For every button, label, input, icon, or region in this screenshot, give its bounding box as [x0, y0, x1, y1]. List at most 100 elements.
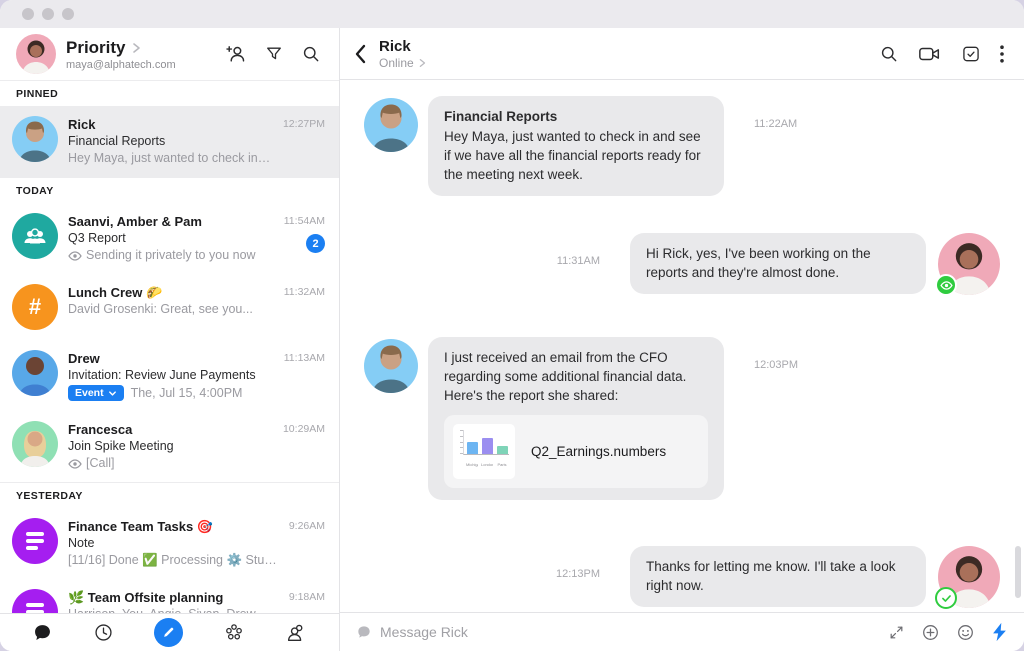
- sidebar-search-button[interactable]: [301, 44, 321, 64]
- conv-subject: Financial Reports: [68, 133, 273, 150]
- conv-subject: Join Spike Meeting: [68, 438, 273, 455]
- sidebar-tabbar: [0, 613, 339, 651]
- unread-badge: 2: [306, 234, 325, 253]
- check-icon: [941, 594, 952, 603]
- conv-time: 11:13AM: [284, 350, 325, 366]
- message-bubble[interactable]: Financial Reports Hey Maya, just wanted …: [428, 96, 724, 196]
- task-check-icon: [961, 44, 981, 64]
- chevron-left-icon: [354, 44, 367, 64]
- back-button[interactable]: [354, 44, 367, 64]
- message-bubble-icon: [356, 624, 372, 640]
- conversation-team-offsite[interactable]: 🌿 Team Offsite planning Harrison, You, A…: [0, 579, 339, 613]
- expand-icon: [888, 624, 905, 641]
- sidebar-header: Priority maya@alphatech.com: [0, 28, 339, 80]
- tasks-button[interactable]: [961, 44, 981, 64]
- chevron-right-icon: [417, 58, 427, 68]
- window-close-button[interactable]: [22, 8, 34, 20]
- add-contact-button[interactable]: [225, 43, 247, 65]
- seen-eye-icon: [940, 281, 953, 290]
- tab-contacts[interactable]: [285, 622, 307, 644]
- video-call-button[interactable]: [918, 44, 942, 64]
- conv-time: 9:18AM: [289, 589, 325, 605]
- channel-avatar: #: [12, 284, 58, 330]
- delivered-badge: [935, 587, 957, 609]
- expand-composer-button[interactable]: [888, 624, 905, 641]
- conv-time: 12:27PM: [283, 116, 325, 132]
- attachment-card[interactable]: MichiganLondonParis Q2_Earnings.numbers: [444, 415, 708, 488]
- note-avatar: [12, 518, 58, 564]
- conv-name: Saanvi, Amber & Pam: [68, 213, 274, 230]
- conv-name: Drew: [68, 350, 274, 367]
- message-text: Hey Maya, just wanted to check in and se…: [444, 127, 708, 184]
- scrollbar-thumb[interactable]: [1015, 546, 1021, 598]
- tab-chats[interactable]: [32, 622, 53, 643]
- conversation-finance-team-tasks[interactable]: Finance Team Tasks 🎯 Note [11/16] Done ✅…: [0, 508, 339, 579]
- message-text: I just received an email from the CFO re…: [444, 348, 708, 405]
- chat-title: Rick: [379, 38, 867, 56]
- conversation-lunch-crew[interactable]: # Lunch Crew 🌮 David Grosenki: Great, se…: [0, 274, 339, 340]
- message-incoming: Financial Reports Hey Maya, just wanted …: [364, 96, 1000, 196]
- conv-name: Lunch Crew 🌮: [68, 284, 274, 301]
- avatar-rick: [364, 339, 418, 393]
- conv-subject: Q3 Report: [68, 230, 274, 247]
- sidebar: Priority maya@alphatech.com: [0, 28, 340, 651]
- message-incoming: I just received an email from the CFO re…: [364, 337, 1000, 500]
- conv-time: 11:32AM: [284, 284, 325, 300]
- conversation-francesca[interactable]: Francesca Join Spike Meeting [Call] 10:2…: [0, 411, 339, 482]
- more-menu-button[interactable]: [1000, 45, 1004, 63]
- window-zoom-button[interactable]: [62, 8, 74, 20]
- seen-badge: [935, 274, 957, 296]
- window-minimize-button[interactable]: [42, 8, 54, 20]
- chat-search-button[interactable]: [879, 44, 899, 64]
- conv-subject: Note: [68, 535, 279, 552]
- avatar-drew: [12, 350, 58, 396]
- section-yesterday: YESTERDAY: [0, 482, 339, 508]
- avatar-maya[interactable]: [16, 34, 56, 74]
- add-attachment-button[interactable]: [921, 623, 940, 642]
- message-bubble[interactable]: Hi Rick, yes, I've been working on the r…: [630, 233, 926, 294]
- avatar-rick: [12, 116, 58, 162]
- clock-icon: [93, 622, 114, 643]
- groups-icon: [223, 622, 245, 644]
- filter-button[interactable]: [264, 44, 284, 64]
- plus-circle-icon: [921, 623, 940, 642]
- message-bubble[interactable]: Thanks for letting me know. I'll take a …: [630, 546, 926, 607]
- app-window: Priority maya@alphatech.com: [0, 0, 1024, 651]
- conversation-drew[interactable]: Drew Invitation: Review June Payments Ev…: [0, 340, 339, 411]
- hashtag-icon: #: [29, 294, 41, 320]
- conversation-rick[interactable]: Rick Financial Reports Hey Maya, just wa…: [0, 106, 339, 177]
- chat-status[interactable]: Online: [379, 56, 867, 70]
- section-today: TODAY: [0, 177, 339, 203]
- mini-bar-chart: MichiganLondonParis: [453, 424, 515, 479]
- note-lines-icon: [26, 532, 44, 550]
- avatar-francesca: [12, 421, 58, 467]
- chevron-down-icon: [108, 389, 117, 398]
- message-input-bar: [340, 612, 1024, 651]
- attachment-filename: Q2_Earnings.numbers: [531, 442, 666, 461]
- smiley-icon: [956, 623, 975, 642]
- magic-actions-button[interactable]: [991, 622, 1008, 642]
- message-time: 11:31AM: [557, 255, 600, 267]
- avatar-maya: [938, 233, 1000, 295]
- tab-history[interactable]: [93, 622, 114, 643]
- conversation-saanvi-amber-pam[interactable]: Saanvi, Amber & Pam Q3 Report Sending it…: [0, 203, 339, 274]
- message-outgoing: 12:13PM Thanks for letting me know. I'll…: [364, 546, 1000, 608]
- event-dropdown-button[interactable]: Event: [68, 385, 124, 401]
- tab-groups[interactable]: [223, 622, 245, 644]
- contacts-icon: [285, 622, 307, 644]
- priority-menu[interactable]: Priority: [66, 38, 215, 58]
- pencil-icon: [162, 626, 175, 639]
- sidebar-title: Priority: [66, 38, 126, 58]
- tab-compose[interactable]: [154, 618, 183, 647]
- conv-time: 9:26AM: [289, 518, 325, 534]
- message-text: Thanks for letting me know. I'll take a …: [646, 557, 910, 595]
- conv-name: Francesca: [68, 421, 273, 438]
- message-bubble[interactable]: I just received an email from the CFO re…: [428, 337, 724, 500]
- conv-preview: Sending it privately to you now: [86, 247, 256, 264]
- note-avatar: [12, 589, 58, 613]
- emoji-button[interactable]: [956, 623, 975, 642]
- conv-name: Finance Team Tasks 🎯: [68, 518, 279, 535]
- avatar-maya: [938, 546, 1000, 608]
- conv-preview: David Grosenki: Great, see you...: [68, 301, 253, 318]
- message-input[interactable]: [380, 624, 880, 640]
